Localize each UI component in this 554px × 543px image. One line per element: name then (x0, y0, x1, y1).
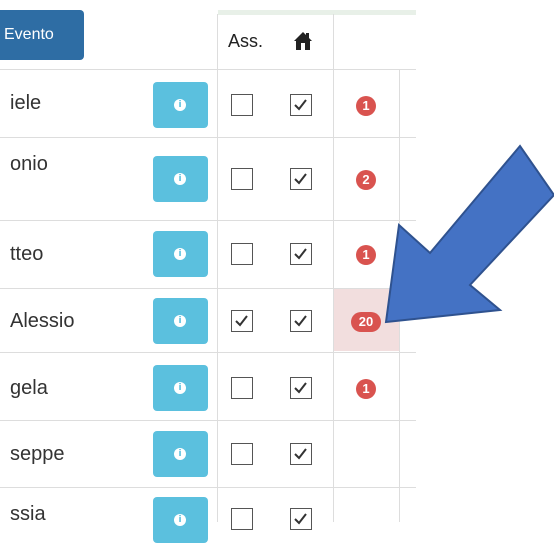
annotation-arrow (384, 144, 554, 324)
